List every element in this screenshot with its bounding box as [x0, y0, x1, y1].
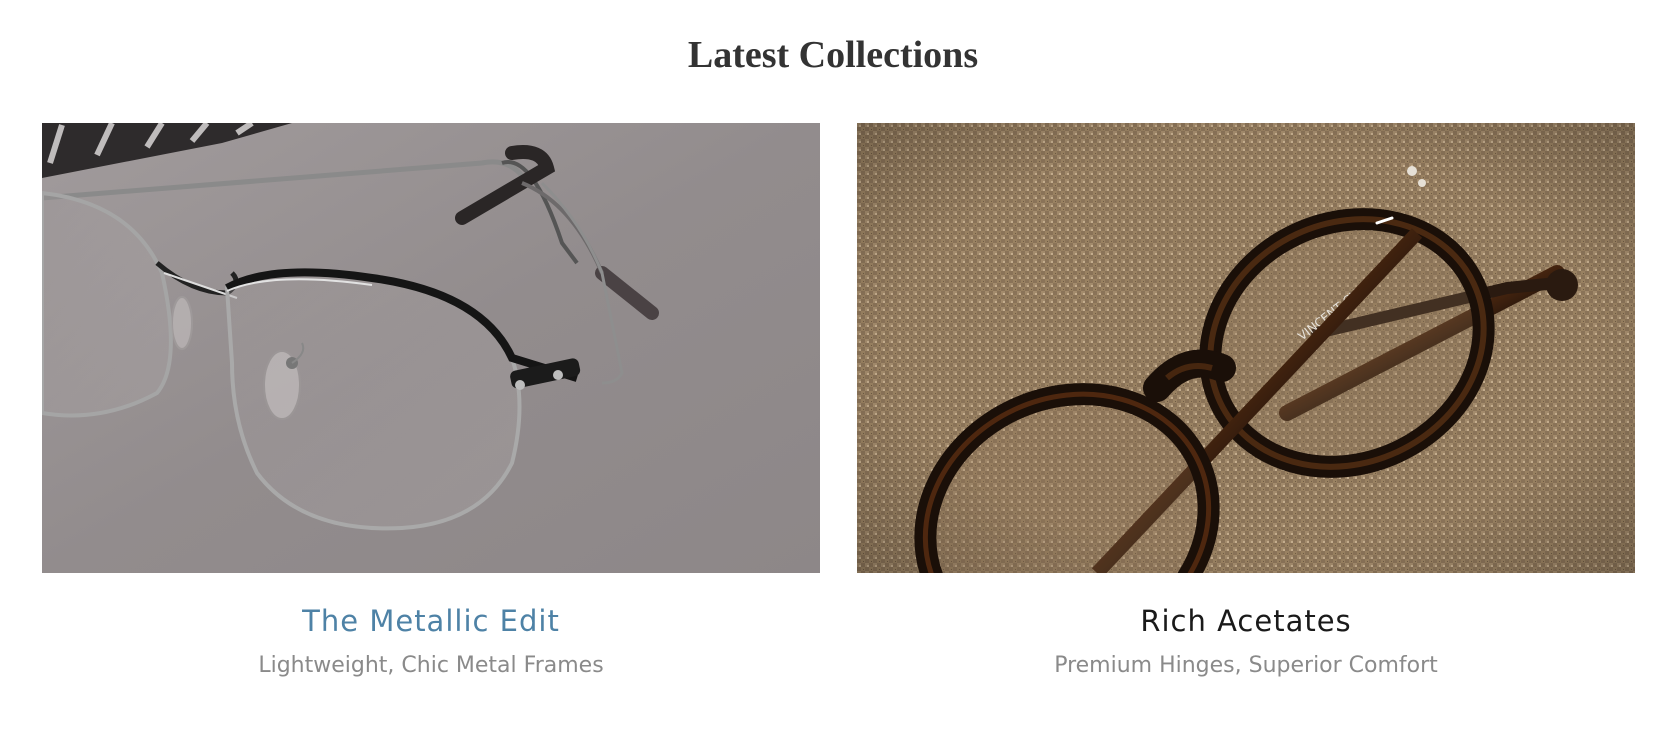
collection-card-rich-acetates[interactable]: VINCENT CHASE Rich Acetates Premium Hing…: [857, 123, 1635, 681]
collection-subtitle: Lightweight, Chic Metal Frames: [258, 653, 604, 678]
acetate-round-glasses-photo[interactable]: VINCENT CHASE: [857, 123, 1635, 573]
collection-card-metallic-edit[interactable]: The Metallic Edit Lightweight, Chic Meta…: [42, 123, 820, 681]
metal-frame-glasses-photo[interactable]: [42, 123, 820, 573]
collection-subtitle: Premium Hinges, Superior Comfort: [1054, 653, 1438, 678]
collection-title[interactable]: Rich Acetates: [857, 601, 1635, 641]
collection-title[interactable]: The Metallic Edit: [42, 601, 820, 641]
section-title: Latest Collections: [687, 34, 979, 76]
